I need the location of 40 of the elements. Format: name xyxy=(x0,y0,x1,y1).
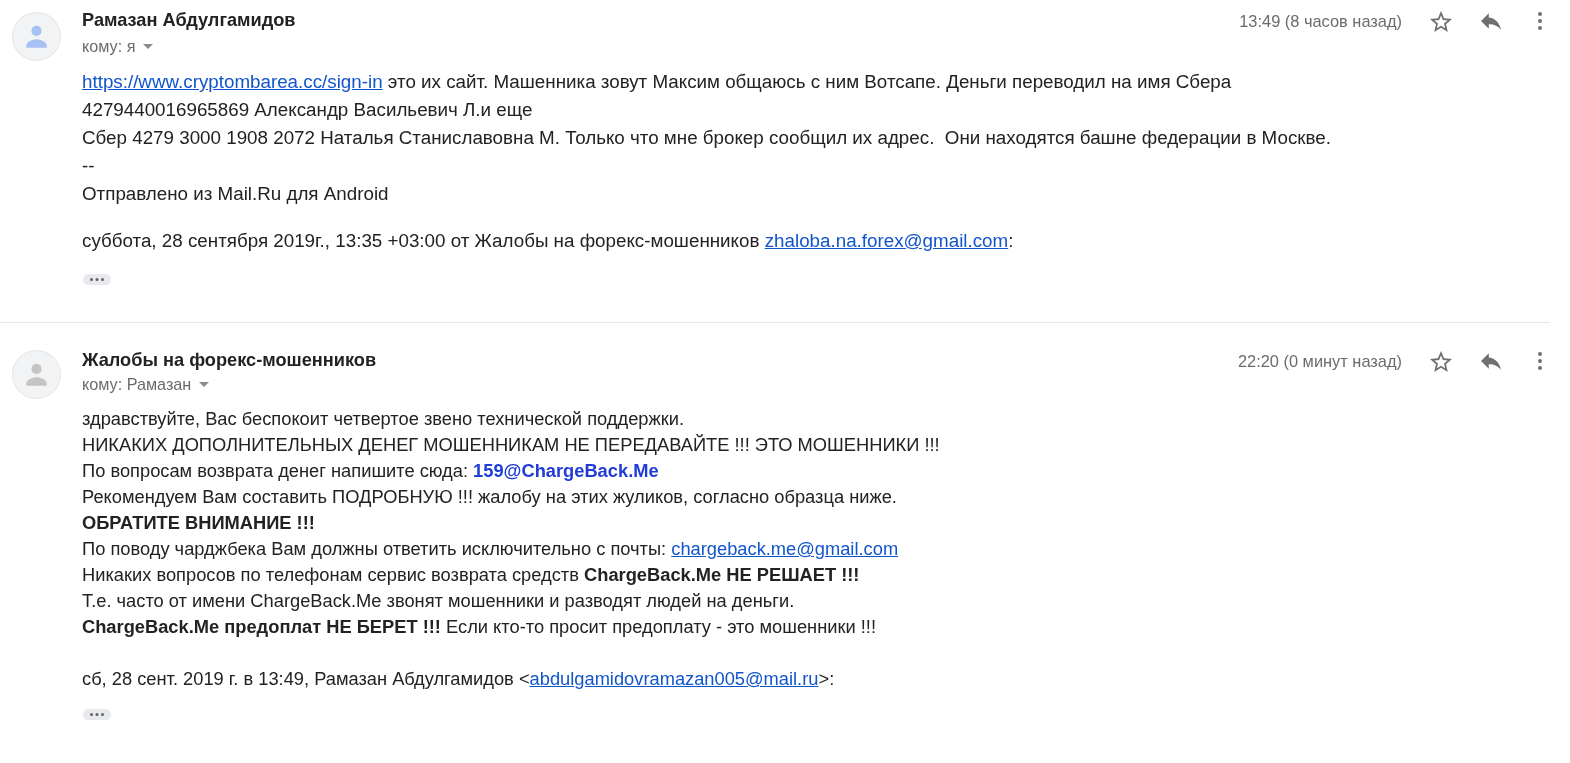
message-text: Никаких вопросов по телефонам сервис возврата средств ChargeBack.Me НЕ РЕШАЕТ !!! xyxy=(82,563,861,587)
dots-icon xyxy=(90,278,104,281)
message-link[interactable]: zhaloba.na.forex@gmail.com xyxy=(764,230,1009,251)
message-text: По вопросам возврата денег напишите сюда: 159@ChargeBack.Me xyxy=(82,459,660,483)
message-text: Отправлено из Mail.Ru для Android xyxy=(82,182,390,206)
message-text: -- xyxy=(82,154,96,178)
recipient-dropdown[interactable]: кому: я xyxy=(82,36,154,56)
avatar-icon xyxy=(12,350,61,399)
message-time: 13:49 (8 часов назад) xyxy=(1239,10,1402,32)
recipient-dropdown[interactable]: кому: Рамазан xyxy=(82,374,210,394)
more-vertical-icon xyxy=(1538,12,1542,30)
message-text: Т.е. часто от имени ChargeBack.Me звонят мошенники и разводят людей на деньги. xyxy=(82,589,796,613)
reply-icon xyxy=(1481,352,1501,370)
message-text: НИКАКИХ ДОПОЛНИТЕЛЬНЫХ ДЕНЕГ МОШЕННИКАМ НЕ ПЕРЕДАВАЙТЕ !!! ЭТО МОШЕННИКИ !!! xyxy=(82,433,941,457)
message-text: Рекомендуем Вам составить ПОДРОБНУЮ !!! жалобу на этих жуликов, согласно образца ниже. xyxy=(82,485,898,509)
message-link[interactable]: abdulgamidovramazan005@mail.ru xyxy=(529,668,819,689)
message-text: https://www.cryptombarea.cc/sign-in это их сайт. Машенника зовут Максим общаюсь с ним Вотсапе. Деньги переводил на имя Сбера xyxy=(82,70,1233,94)
sender-name: Рамазан Абдулгамидов xyxy=(82,9,296,33)
caret-icon xyxy=(199,381,210,387)
message-text: здравствуйте, Вас беспокоит четвертое звено технической поддержки. xyxy=(82,407,685,431)
reply-button[interactable] xyxy=(1479,10,1503,32)
reply-button[interactable] xyxy=(1479,350,1503,372)
message-link[interactable]: chargeback.me@gmail.com xyxy=(671,538,899,559)
quote-header: суббота, 28 сентября 2019г., 13:35 +03:00 от Жалобы на форекс-мошенников zhaloba.na.forex@gmail.com: xyxy=(82,229,1015,253)
show-trimmed-content-button[interactable] xyxy=(83,709,111,720)
caret-icon xyxy=(143,43,154,49)
avatar-icon xyxy=(12,12,61,61)
message-text: Сбер 4279 3000 1908 2072 Наталья Станиславовна М. Только что мне брокер сообщил их адрес. Они находятся башне федерации в Москве. xyxy=(82,126,1332,150)
message-text: 4279440016965869 Александр Васильевич Л.и еще xyxy=(82,98,534,122)
message-text: По поводу чарджбека Вам должны ответить исключительно с почты: chargeback.me@gmail.com xyxy=(82,537,900,561)
show-trimmed-content-button[interactable] xyxy=(83,274,111,285)
message-text: ОБРАТИТЕ ВНИМАНИЕ !!! xyxy=(82,511,316,535)
message-text: ChargeBack.Me предоплат НЕ БЕРЕТ !!! Если кто-то просит предоплату - это мошенники !!! xyxy=(82,615,877,639)
message-time: 22:20 (0 минут назад) xyxy=(1237,350,1402,372)
message-link[interactable]: https://www.cryptombarea.cc/sign-in xyxy=(82,71,383,92)
dots-icon xyxy=(90,713,104,716)
reply-icon xyxy=(1481,12,1501,30)
quote-header: сб, 28 сент. 2019 г. в 13:49, Рамазан Абдулгамидов <abdulgamidovramazan005@mail.ru>: xyxy=(82,667,836,691)
sender-name: Жалобы на форекс-мошенников xyxy=(82,349,377,373)
more-vertical-icon xyxy=(1538,352,1542,370)
